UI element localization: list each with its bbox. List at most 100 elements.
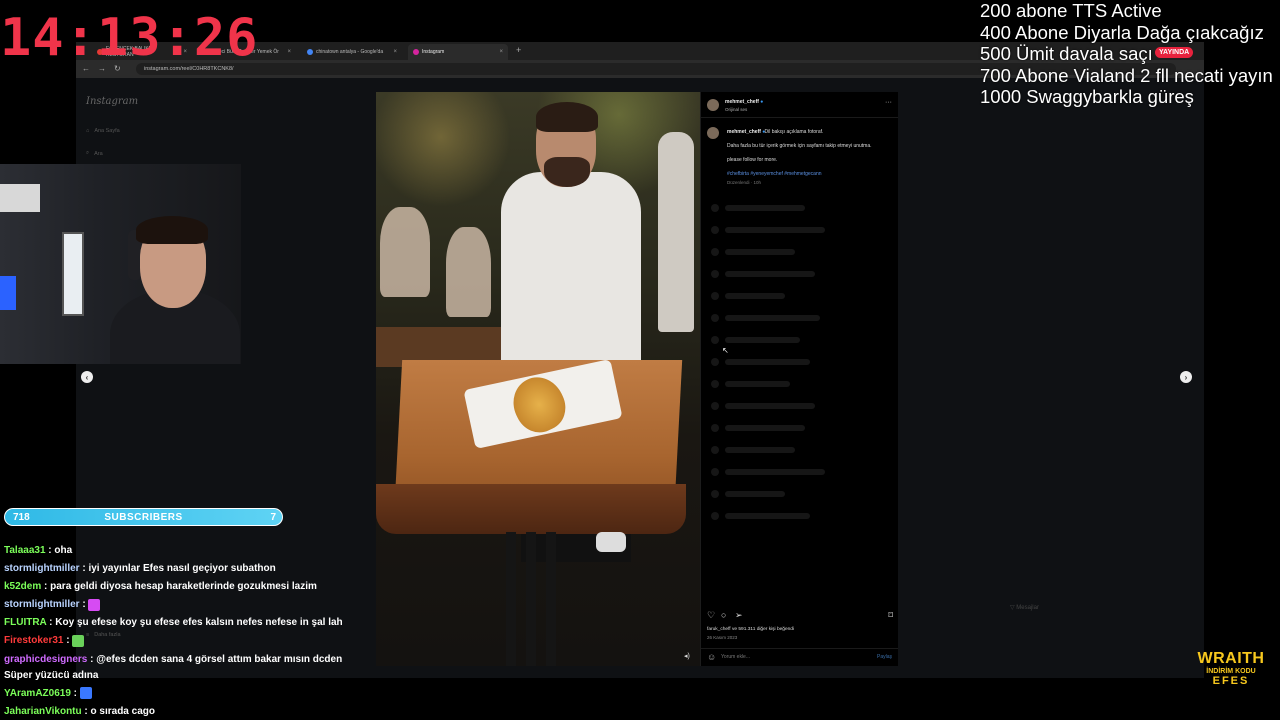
goal-item: 400 Abone Diyarla Dağa çıakcağız: [980, 21, 1264, 43]
chat-text: : @efes dcden sana 4 görsel attım bakar …: [87, 653, 343, 665]
caption-line: please follow for more.: [727, 157, 778, 163]
video-guest: [446, 227, 491, 317]
comment-placeholder-row: [725, 513, 810, 519]
chat-message: JaharianVikontu : o sırada cago: [4, 703, 364, 720]
sidebar-item-label: Ara: [94, 150, 103, 157]
comment-placeholder-row: [725, 491, 785, 497]
comment-placeholder-row: [725, 447, 795, 453]
chat-username: FLUITRA: [4, 617, 47, 629]
post-panel: mehmet_cheff ● Orijinal ses ··· mehmet_c…: [700, 92, 898, 666]
reel-video[interactable]: ◂): [376, 92, 700, 666]
chat-text: :: [79, 599, 89, 611]
tab-label: chinatown antalya - Google'da: [316, 49, 384, 55]
subscriber-goals: 200 abone TTS Active 400 Abone Diyarla D…: [980, 0, 1273, 108]
caption-hashtags[interactable]: #chefbirta #yeneyemchef #mehmetgecann: [727, 171, 892, 178]
chat-text: :: [63, 635, 73, 647]
goal-item: 1000 Swaggybarkla güreş: [980, 86, 1194, 107]
tab-favicon-icon: [413, 49, 419, 55]
chat-username: Talaaa31: [4, 545, 46, 556]
close-icon[interactable]: ×: [393, 49, 397, 55]
close-icon[interactable]: ×: [287, 49, 291, 55]
caption-line: xxxxxxxxxxxxxxxDil bakışı açıklama fotor…: [764, 129, 824, 135]
comment-input[interactable]: Yorum ekle...: [721, 654, 750, 660]
post-actions: ♡ ○ ➢ ⌑: [707, 610, 893, 622]
webcam-blue-light: [0, 276, 16, 310]
emoji-icon[interactable]: ☺: [707, 652, 716, 662]
chat-message: YAramAZ0619 :: [4, 685, 364, 703]
comment-placeholder-row: [725, 227, 825, 233]
avatar[interactable]: [707, 127, 719, 139]
comment-placeholder-row: [725, 425, 805, 431]
chat-text: : o sırada cago: [81, 705, 155, 717]
webcam-feed: [0, 164, 241, 364]
sidebar-item-home[interactable]: ⌂ Ana Sayfa: [86, 128, 120, 134]
tab-label: Instagram: [422, 49, 445, 55]
next-post-button[interactable]: ›: [1180, 371, 1192, 383]
sidebar-item-search[interactable]: ⌕ Ara: [86, 150, 103, 157]
chat-text: Süper yüzücü adına: [4, 669, 99, 681]
post-audio[interactable]: Orijinal ses: [725, 107, 747, 112]
emote-icon: [79, 687, 92, 700]
heart-icon[interactable]: ♡: [707, 610, 715, 621]
post-comment-button[interactable]: Paylaş: [877, 654, 892, 660]
goal-item: 500 Ümit davala saçı: [980, 43, 1153, 64]
comment-placeholder-row: [725, 381, 790, 387]
prev-post-button[interactable]: ‹: [81, 371, 93, 383]
comment-placeholder-row: [725, 205, 805, 211]
webcam-air-conditioner: [0, 184, 40, 212]
video-guest: [380, 207, 430, 297]
tab-google[interactable]: chinatown antalya - Google'da ×: [302, 44, 402, 60]
likes-count[interactable]: faruk_cheff ve 591.311 diğer kişi beğend…: [707, 627, 794, 632]
sponsor-code: EFES: [1212, 675, 1250, 687]
comment-placeholder-row: [725, 403, 815, 409]
tab-instagram[interactable]: Instagram ×: [408, 44, 508, 60]
comment-placeholder-row: [725, 249, 795, 255]
goal-item: 200 abone TTS Active: [980, 0, 1162, 21]
subscriber-bar-label: SUBSCRIBERS: [104, 512, 183, 523]
bookmark-icon[interactable]: ⌑: [888, 610, 893, 621]
caption-line: Daha fazla bu tür içerik görmek için say…: [727, 143, 872, 149]
close-icon[interactable]: ×: [499, 49, 503, 55]
chat-message: stormlightmiller :: [4, 596, 364, 614]
chat-username: YAramAZ0619: [4, 687, 71, 699]
caption-meta: Düzenlendi · 10h: [727, 180, 762, 185]
chat-username: stormlightmiller: [4, 599, 80, 611]
mouse-cursor-icon: ↖: [722, 346, 729, 355]
emote-icon: [72, 634, 85, 647]
chat-message: stormlightmiller : iyi yayınlar Efes nas…: [4, 560, 364, 578]
webcam-window: [62, 232, 84, 316]
mute-icon[interactable]: ◂): [684, 652, 690, 660]
avatar[interactable]: [707, 99, 719, 111]
comment-placeholder-row: [725, 293, 785, 299]
goal-item: 700 Abone Vialand 2 fll necati yayın: [980, 64, 1273, 86]
more-options-icon[interactable]: ···: [885, 99, 892, 106]
stream-clock: 14:13:26: [0, 8, 259, 68]
chat-username: Firestoker31: [4, 635, 64, 647]
comment-placeholder-row: [725, 359, 810, 365]
live-badge: YAYINDA: [1155, 47, 1194, 58]
video-waiter: [658, 132, 694, 332]
share-icon[interactable]: ➢: [735, 610, 743, 621]
instagram-logo[interactable]: Instagram: [86, 96, 138, 107]
chat-message: k52dem : para geldi diyosa hesap haraket…: [4, 578, 364, 596]
chat-username: k52dem: [4, 581, 42, 593]
comment-placeholder-row: [725, 337, 800, 343]
chat-text: :: [70, 687, 80, 699]
video-chef: [501, 172, 641, 372]
home-icon: ⌂: [86, 128, 90, 134]
sponsor-name: WRAITH: [1197, 650, 1265, 667]
chat-text: : Koy şu efese koy şu efese efes kalsın …: [46, 617, 343, 629]
chat-text: : oha: [45, 545, 73, 556]
chat-username: graphicdesigners: [4, 653, 88, 665]
messages-button[interactable]: ▽ Mesajlar: [1010, 604, 1039, 611]
subscriber-bar: 718 SUBSCRIBERS 7: [4, 508, 283, 526]
chat-overlay: Talaaa31 : oha stormlightmiller : iyi ya…: [4, 542, 364, 720]
messages-icon: ▽: [1010, 605, 1015, 611]
post-date: 26 Kasım 2023: [707, 635, 738, 640]
comment-icon[interactable]: ○: [721, 610, 726, 620]
new-tab-icon[interactable]: +: [516, 45, 521, 55]
chat-text: : iyi yayınlar Efes nasıl geçiyor subath…: [79, 563, 276, 575]
post-header: mehmet_cheff ● Orijinal ses ···: [701, 92, 898, 118]
comment-placeholder-row: [725, 469, 825, 475]
post-username[interactable]: mehmet_cheff ●: [725, 99, 763, 105]
